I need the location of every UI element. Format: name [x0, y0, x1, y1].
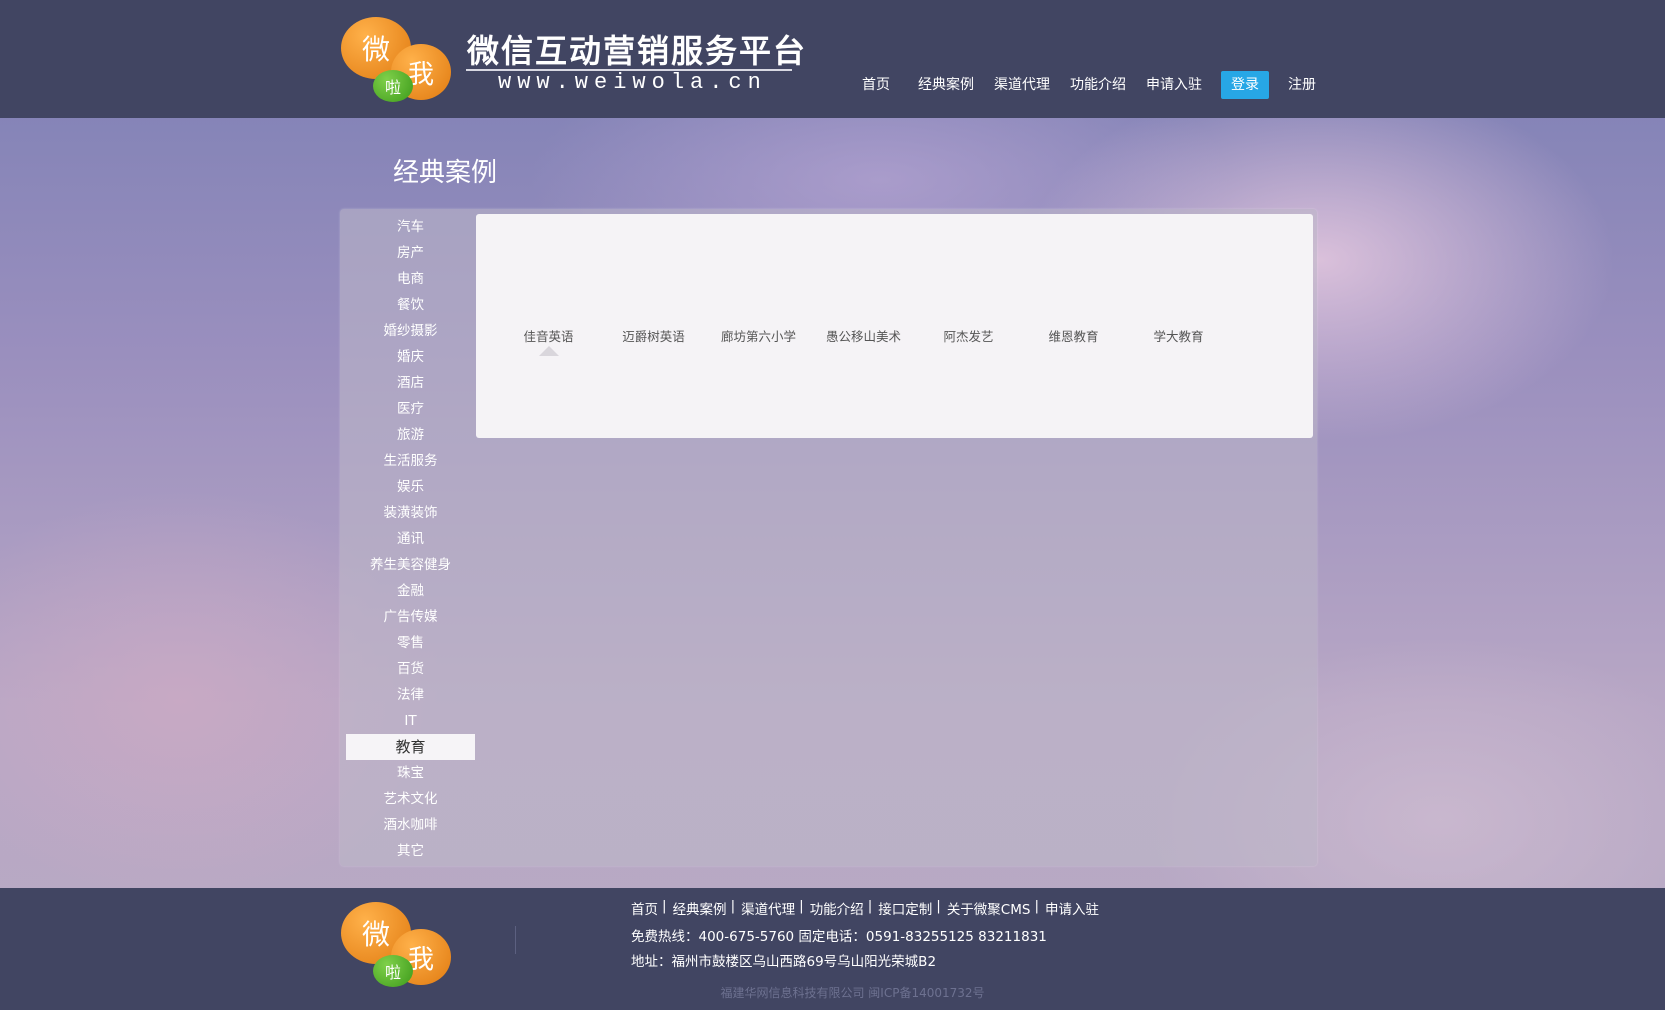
logo-char-la: 啦 [384, 78, 401, 97]
nav-features[interactable]: 功能介绍 [1060, 71, 1136, 99]
category-item-jewelry[interactable]: 珠宝 [346, 760, 475, 786]
category-item-wedding[interactable]: 婚庆 [346, 344, 475, 370]
case-item-label: 学大教育 [1153, 329, 1204, 344]
category-item-education[interactable]: 教育 [346, 734, 475, 760]
footer-link-home[interactable]: 首页 [631, 898, 658, 918]
category-item-catering[interactable]: 餐饮 [346, 292, 475, 318]
nav-channel-agent[interactable]: 渠道代理 [984, 71, 1060, 99]
selected-arrow-icon [539, 346, 559, 356]
logo-bubble-la: 啦 [373, 955, 413, 987]
case-item-label: 佳音英语 [523, 329, 574, 344]
category-item-travel[interactable]: 旅游 [346, 422, 475, 448]
category-item-auto[interactable]: 汽车 [346, 214, 475, 240]
case-item-label: 迈爵树英语 [622, 329, 685, 344]
category-item-ecommerce[interactable]: 电商 [346, 266, 475, 292]
category-sidebar: 汽车 房产 电商 餐饮 婚纱摄影 婚庆 酒店 医疗 旅游 生活服务 娱乐 装潢装… [346, 214, 475, 864]
case-item-label: 维恩教育 [1048, 329, 1099, 344]
footer-separator: | [867, 898, 873, 914]
site-header: 微 我 啦 微信互动营销服务平台 www.weiwola.cn 首页 经典案例 … [0, 0, 1665, 118]
footer-separator: | [730, 898, 736, 914]
category-item-wedding-photo[interactable]: 婚纱摄影 [346, 318, 475, 344]
nav-cases[interactable]: 经典案例 [908, 71, 984, 99]
footer-hotline: 免费热线：400-675-5760 固定电话：0591-83255125 832… [631, 929, 1047, 945]
nav-login-button[interactable]: 登录 [1221, 71, 1269, 99]
footer-separator: | [799, 898, 804, 914]
nav-register[interactable]: 注册 [1278, 71, 1326, 99]
footer-copyright: 福建华网信息科技有限公司 闽ICP备14001732号 [720, 986, 985, 1000]
category-item-advertising[interactable]: 广告传媒 [346, 604, 475, 630]
footer-separator: | [1034, 898, 1040, 914]
case-item[interactable]: 愚公移山美术 [811, 326, 916, 345]
nav-apply[interactable]: 申请入驻 [1136, 71, 1212, 99]
logo-bubble-la: 啦 [373, 70, 413, 102]
logo-char-la: 啦 [384, 963, 401, 982]
category-item-retail[interactable]: 零售 [346, 630, 475, 656]
case-item[interactable]: 佳音英语 [496, 326, 601, 356]
footer-divider [515, 926, 516, 954]
logo-char-wei: 微 [361, 33, 390, 66]
category-item-department-store[interactable]: 百货 [346, 656, 475, 682]
footer-separator: | [662, 898, 667, 914]
footer-address: 地址：福州市鼓楼区乌山西路69号乌山阳光荣城B2 [631, 954, 937, 970]
category-item-hotel[interactable]: 酒店 [346, 370, 475, 396]
case-item[interactable]: 阿杰发艺 [916, 326, 1021, 345]
footer-logo[interactable]: 微 我 啦 [339, 899, 459, 989]
site-footer: 微 我 啦 首页 | 经典案例 | 渠道代理 | 功能介绍 | 接口定制 | 关… [0, 888, 1665, 1010]
case-list: 佳音英语 迈爵树英语 廊坊第六小学 愚公移山美术 阿杰发艺 维恩教育 学大教育 [496, 326, 1231, 356]
category-item-finance[interactable]: 金融 [346, 578, 475, 604]
case-item[interactable]: 学大教育 [1126, 326, 1231, 345]
case-item-label: 阿杰发艺 [943, 329, 994, 344]
category-item-it[interactable]: IT [346, 708, 475, 734]
brand-title: 微信互动营销服务平台 [467, 32, 808, 70]
category-item-art-culture[interactable]: 艺术文化 [346, 786, 475, 812]
category-item-medical[interactable]: 医疗 [346, 396, 475, 422]
footer-separator: | [936, 898, 941, 914]
category-item-real-estate[interactable]: 房产 [346, 240, 475, 266]
nav-home[interactable]: 首页 [852, 71, 900, 99]
case-content-box: 佳音英语 迈爵树英语 廊坊第六小学 愚公移山美术 阿杰发艺 维恩教育 学大教育 [476, 214, 1313, 438]
category-item-legal[interactable]: 法律 [346, 682, 475, 708]
page-title: 经典案例 [393, 158, 498, 188]
footer-link-apply[interactable]: 申请入驻 [1045, 898, 1099, 918]
footer-link-features[interactable]: 功能介绍 [810, 898, 864, 918]
case-item-label: 廊坊第六小学 [720, 329, 796, 344]
category-item-entertainment[interactable]: 娱乐 [346, 474, 475, 500]
footer-link-cases[interactable]: 经典案例 [673, 898, 727, 918]
main-nav: 首页 经典案例 渠道代理 功能介绍 申请入驻 登录 注册 [852, 71, 1326, 99]
logo-char-wei: 微 [361, 918, 390, 951]
footer-link-api-custom[interactable]: 接口定制 [878, 898, 932, 918]
footer-link-about[interactable]: 关于微聚CMS [947, 898, 1031, 918]
case-item[interactable]: 廊坊第六小学 [706, 326, 811, 345]
case-item-label: 愚公移山美术 [825, 329, 901, 344]
category-item-life-service[interactable]: 生活服务 [346, 448, 475, 474]
category-item-telecom[interactable]: 通讯 [346, 526, 475, 552]
category-item-other[interactable]: 其它 [346, 838, 475, 864]
category-item-health-beauty[interactable]: 养生美容健身 [346, 552, 475, 578]
footer-links: 首页 | 经典案例 | 渠道代理 | 功能介绍 | 接口定制 | 关于微聚CMS… [631, 898, 1099, 918]
category-item-decoration[interactable]: 装潢装饰 [346, 500, 475, 526]
brand-logo[interactable]: 微 我 啦 [339, 14, 459, 104]
cases-panel: 汽车 房产 电商 餐饮 婚纱摄影 婚庆 酒店 医疗 旅游 生活服务 娱乐 装潢装… [340, 209, 1317, 866]
category-item-drinks-coffee[interactable]: 酒水咖啡 [346, 812, 475, 838]
case-item[interactable]: 迈爵树英语 [601, 326, 706, 345]
footer-link-channel-agent[interactable]: 渠道代理 [741, 898, 795, 918]
case-item[interactable]: 维恩教育 [1021, 326, 1126, 345]
brand-url: www.weiwola.cn [498, 70, 767, 95]
